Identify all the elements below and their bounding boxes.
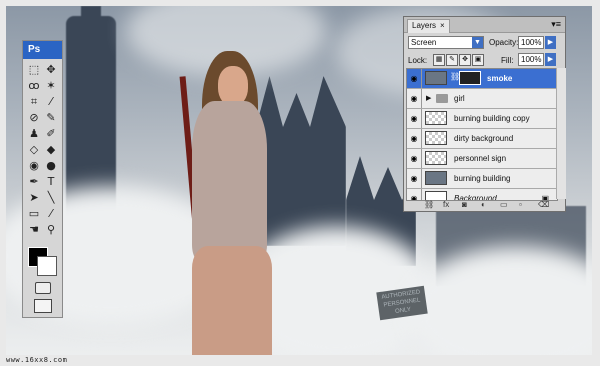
photoshop-window: AUTHORIZED PERSONNEL ONLY Ps ⬚ ✥ ꝏ ✶ ⌗ ⁄ ⊘ ✎ ♟ ✐ ◇… (0, 0, 600, 366)
girl-legs (192, 246, 272, 355)
hand-tool-icon[interactable]: ☚ (27, 223, 41, 237)
ps-logo: Ps (23, 41, 62, 59)
layer-thumbnail (425, 111, 447, 125)
mask-icon[interactable]: ◙ (462, 199, 467, 211)
history-brush-tool-icon[interactable]: ✐ (44, 127, 58, 141)
layer-thumbnail (425, 171, 447, 185)
fill-slider-button[interactable]: ▶ (545, 53, 556, 66)
layer-row[interactable]: ◉ personnel sign (407, 149, 557, 169)
layers-panel: Layers × ▾≡ Screen ▼ Opacity: 100% ▶ Lock:… (403, 16, 566, 212)
opacity-input[interactable]: 100% (518, 36, 544, 49)
visibility-eye-icon[interactable]: ◉ (407, 129, 422, 148)
panel-footer: ⛓ fx ◙ ◐ ▭ ▫ ⌫ (404, 199, 565, 211)
visibility-eye-icon[interactable]: ◉ (407, 109, 422, 128)
lock-transparent-icon[interactable]: ▦ (433, 54, 445, 66)
close-icon[interactable]: × (440, 21, 445, 30)
quick-mask-button[interactable] (35, 282, 51, 294)
visibility-eye-icon[interactable]: ◉ (407, 169, 422, 188)
move-tool-icon[interactable]: ✥ (44, 63, 58, 77)
expand-arrow-icon[interactable]: ▶ (426, 89, 431, 108)
layer-mask-thumbnail[interactable] (459, 71, 481, 85)
paint-bucket-tool-icon[interactable]: ◆ (44, 143, 58, 157)
lock-position-icon[interactable]: ✥ (459, 54, 471, 66)
pen-tool-icon[interactable]: ✒ (27, 175, 41, 189)
dodge-tool-icon[interactable]: ● (44, 159, 58, 173)
opacity-label: Opacity: (489, 38, 519, 47)
blend-mode-select[interactable]: Screen ▼ (408, 36, 484, 49)
adjustment-icon[interactable]: ◐ (481, 199, 486, 211)
type-tool-icon[interactable]: T (44, 175, 58, 189)
blend-mode-value: Screen (411, 38, 437, 47)
layer-name: smoke (487, 74, 513, 83)
lock-all-icon[interactable]: ▣ (472, 54, 484, 66)
clone-stamp-tool-icon[interactable]: ♟ (27, 127, 41, 141)
fill-input[interactable]: 100% (518, 53, 544, 66)
layer-list-scrollbar[interactable] (556, 68, 566, 199)
panel-tab-bar: Layers × ▾≡ (404, 17, 565, 33)
chevron-down-icon: ▼ (472, 37, 483, 48)
fill-label: Fill: (501, 56, 514, 65)
healing-brush-tool-icon[interactable]: ⊘ (27, 111, 41, 125)
layer-thumbnail (425, 71, 447, 85)
eyedropper2-tool-icon[interactable]: ⁄ (44, 207, 58, 221)
lasso-tool-icon[interactable]: ꝏ (27, 79, 41, 93)
magic-wand-tool-icon[interactable]: ✶ (44, 79, 58, 93)
eraser-tool-icon[interactable]: ◇ (27, 143, 41, 157)
screen-mode-button[interactable] (34, 299, 52, 313)
layer-row[interactable]: ◉ burning building (407, 169, 557, 189)
link-icon[interactable]: ⛓ (424, 199, 434, 211)
layer-name: personnel sign (454, 154, 507, 163)
path-selection-tool-icon[interactable]: ➤ (27, 191, 41, 205)
smoke-cloud (406, 246, 592, 355)
lock-image-icon[interactable]: ✎ (446, 54, 458, 66)
girl-face (218, 66, 248, 106)
castle-tower-mid (256, 76, 346, 246)
lock-label: Lock: (408, 56, 428, 65)
layer-name: burning building copy (454, 114, 530, 123)
marquee-tool-icon[interactable]: ⬚ (27, 63, 41, 77)
line-tool-icon[interactable]: ╲ (44, 191, 58, 205)
crop-tool-icon[interactable]: ⌗ (27, 95, 41, 109)
layer-name: dirty background (454, 134, 514, 143)
visibility-eye-icon[interactable]: ◉ (407, 69, 422, 88)
background-color-swatch[interactable] (37, 256, 57, 276)
layer-thumbnail (425, 131, 447, 145)
zoom-tool-icon[interactable]: ⚲ (44, 223, 58, 237)
layer-row[interactable]: ◉ dirty background (407, 129, 557, 149)
layer-row[interactable]: ◉ ▶ girl (407, 89, 557, 109)
layer-name: burning building (454, 174, 511, 183)
opacity-slider-button[interactable]: ▶ (545, 36, 556, 49)
castle-spire-left (81, 6, 101, 36)
trash-icon[interactable]: ⌫ (538, 199, 549, 211)
tools-panel: Ps ⬚ ✥ ꝏ ✶ ⌗ ⁄ ⊘ ✎ ♟ ✐ ◇ ◆ ◉ ● ✒ T ➤ ╲ ▭ ⁄ ☚ ⚲ (22, 40, 63, 318)
visibility-eye-icon[interactable]: ◉ (407, 89, 422, 108)
layer-thumbnail (425, 151, 447, 165)
fx-icon[interactable]: fx (443, 199, 449, 211)
folder-icon[interactable]: ▭ (500, 199, 508, 211)
layer-row[interactable]: ◉ ⛓ smoke (407, 69, 557, 89)
layer-row[interactable]: ◉ burning building copy (407, 109, 557, 129)
blur-tool-icon[interactable]: ◉ (27, 159, 41, 173)
brush-tool-icon[interactable]: ✎ (44, 111, 58, 125)
layer-list: ◉ ⛓ smoke ◉ ▶ girl ◉ burning building copy ◉ dirt… (406, 68, 558, 201)
eyedropper-tool-icon[interactable]: ⁄ (44, 95, 58, 109)
layer-name: girl (454, 94, 465, 103)
tab-layers-label: Layers (412, 21, 437, 30)
panel-menu-icon[interactable]: ▾≡ (551, 19, 561, 30)
folder-icon (436, 94, 448, 103)
watermark: www.16xx8.com (6, 356, 68, 364)
new-layer-icon[interactable]: ▫ (519, 199, 522, 211)
visibility-eye-icon[interactable]: ◉ (407, 149, 422, 168)
girl-dress (192, 101, 267, 261)
notes-tool-icon[interactable]: ▭ (27, 207, 41, 221)
tab-layers[interactable]: Layers × (407, 19, 450, 33)
